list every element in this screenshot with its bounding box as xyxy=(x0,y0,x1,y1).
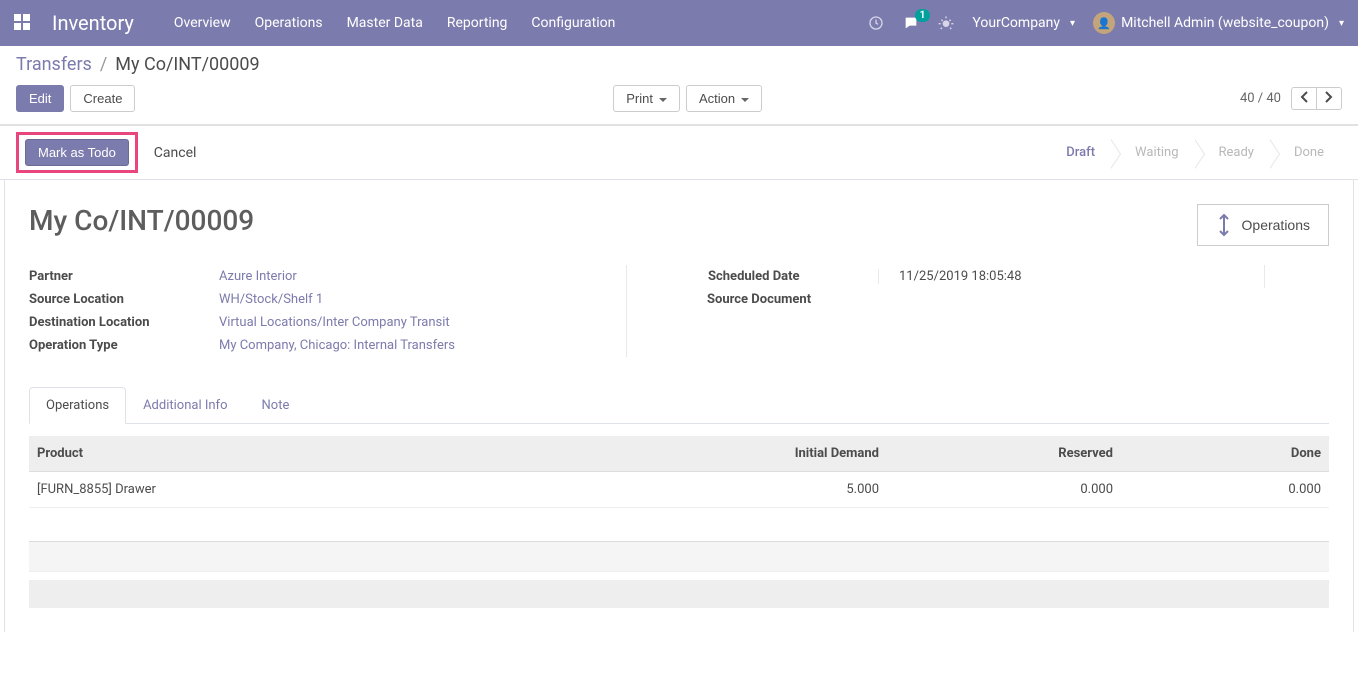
updown-arrow-icon xyxy=(1216,213,1232,237)
table-empty-row xyxy=(29,508,1329,542)
cell-done: 0.000 xyxy=(1121,472,1329,508)
form-title: My Co/INT/00009 xyxy=(29,204,1329,237)
mark-as-todo-button[interactable]: Mark as Todo xyxy=(25,139,129,166)
user-menu[interactable]: 👤 Mitchell Admin (website_coupon) ▾ xyxy=(1093,12,1344,34)
form-sheet: Operations My Co/INT/00009 Partner Azure… xyxy=(4,180,1354,632)
menu-reporting[interactable]: Reporting xyxy=(447,15,508,31)
source-document-label: Source Document xyxy=(707,292,897,307)
tab-operations[interactable]: Operations xyxy=(29,387,126,424)
col-done[interactable]: Done xyxy=(1121,436,1329,472)
highlight-annotation: Mark as Todo xyxy=(16,132,138,173)
operation-type-value[interactable]: My Company, Chicago: Internal Transfers xyxy=(219,338,455,353)
scheduled-date-value: 11/25/2019 18:05:48 xyxy=(878,269,1022,284)
pager-prev-button[interactable] xyxy=(1291,87,1316,110)
source-location-value[interactable]: WH/Stock/Shelf 1 xyxy=(219,292,323,307)
notebook: Operations Additional Info Note Product … xyxy=(29,387,1329,608)
chevron-right-icon xyxy=(1325,91,1333,103)
apps-icon[interactable] xyxy=(14,14,32,32)
activity-icon[interactable] xyxy=(868,15,884,31)
pager-text: 40 / 40 xyxy=(1240,91,1281,106)
status-flow: Draft Waiting Ready Done xyxy=(1044,139,1342,166)
partner-label: Partner xyxy=(29,269,219,284)
menu-configuration[interactable]: Configuration xyxy=(531,15,615,31)
cancel-button[interactable]: Cancel xyxy=(146,140,205,166)
menu-overview[interactable]: Overview xyxy=(174,15,231,31)
control-panel: Transfers / My Co/INT/00009 Edit Create … xyxy=(0,46,1358,125)
col-reserved[interactable]: Reserved xyxy=(887,436,1121,472)
top-navbar: Inventory Overview Operations Master Dat… xyxy=(0,0,1358,46)
table-footer-bar xyxy=(29,580,1329,608)
chevron-down-icon: ▾ xyxy=(1070,18,1075,29)
status-step-waiting[interactable]: Waiting xyxy=(1113,139,1196,166)
menu-operations[interactable]: Operations xyxy=(255,15,323,31)
tab-additional-info[interactable]: Additional Info xyxy=(126,387,244,424)
status-step-done[interactable]: Done xyxy=(1272,139,1342,166)
col-product[interactable]: Product xyxy=(29,436,523,472)
table-row[interactable]: [FURN_8855] Drawer 5.000 0.000 0.000 xyxy=(29,472,1329,508)
destination-location-value[interactable]: Virtual Locations/Inter Company Transit xyxy=(219,315,450,330)
table-footer xyxy=(29,542,1329,572)
chevron-left-icon xyxy=(1300,91,1308,103)
status-step-draft[interactable]: Draft xyxy=(1044,139,1113,166)
avatar: 👤 xyxy=(1093,12,1115,34)
navbar-right-icons: 1 YourCompany ▾ 👤 Mitchell Admin (websit… xyxy=(868,12,1344,34)
messages-badge: 1 xyxy=(915,9,931,22)
menu-master-data[interactable]: Master Data xyxy=(347,15,423,31)
messages-icon[interactable]: 1 xyxy=(902,15,920,31)
col-initial-demand[interactable]: Initial Demand xyxy=(523,436,887,472)
user-name: Mitchell Admin (website_coupon) xyxy=(1121,15,1329,31)
breadcrumb: Transfers / My Co/INT/00009 xyxy=(16,54,1342,75)
breadcrumb-separator: / xyxy=(100,54,107,75)
operations-table: Product Initial Demand Reserved Done [FU… xyxy=(29,436,1329,572)
operations-stat-button[interactable]: Operations xyxy=(1197,204,1329,246)
destination-location-label: Destination Location xyxy=(29,315,219,330)
app-brand[interactable]: Inventory xyxy=(52,11,134,35)
tab-note[interactable]: Note xyxy=(245,387,307,424)
print-dropdown[interactable]: Print xyxy=(613,85,680,112)
scheduled-date-label: Scheduled Date xyxy=(708,269,898,284)
status-bar: Mark as Todo Cancel Draft Waiting Ready … xyxy=(0,125,1358,180)
status-step-ready[interactable]: Ready xyxy=(1197,139,1272,166)
cell-demand: 5.000 xyxy=(523,472,887,508)
company-name: YourCompany xyxy=(972,15,1060,31)
cell-product: [FURN_8855] Drawer xyxy=(29,472,523,508)
pager: 40 / 40 xyxy=(1240,87,1342,110)
breadcrumb-parent[interactable]: Transfers xyxy=(16,54,92,75)
main-menu: Overview Operations Master Data Reportin… xyxy=(174,15,616,31)
source-location-label: Source Location xyxy=(29,292,219,307)
pager-next-button[interactable] xyxy=(1316,87,1342,110)
chevron-down-icon: ▾ xyxy=(1339,18,1344,29)
company-selector[interactable]: YourCompany ▾ xyxy=(972,15,1075,31)
debug-icon[interactable] xyxy=(938,15,954,31)
action-dropdown[interactable]: Action xyxy=(686,85,762,112)
partner-value[interactable]: Azure Interior xyxy=(219,269,297,284)
edit-button[interactable]: Edit xyxy=(16,85,64,112)
breadcrumb-current: My Co/INT/00009 xyxy=(115,54,259,75)
create-button[interactable]: Create xyxy=(70,85,135,112)
operation-type-label: Operation Type xyxy=(29,338,219,353)
operations-stat-label: Operations xyxy=(1242,217,1310,233)
cell-reserved: 0.000 xyxy=(887,472,1121,508)
